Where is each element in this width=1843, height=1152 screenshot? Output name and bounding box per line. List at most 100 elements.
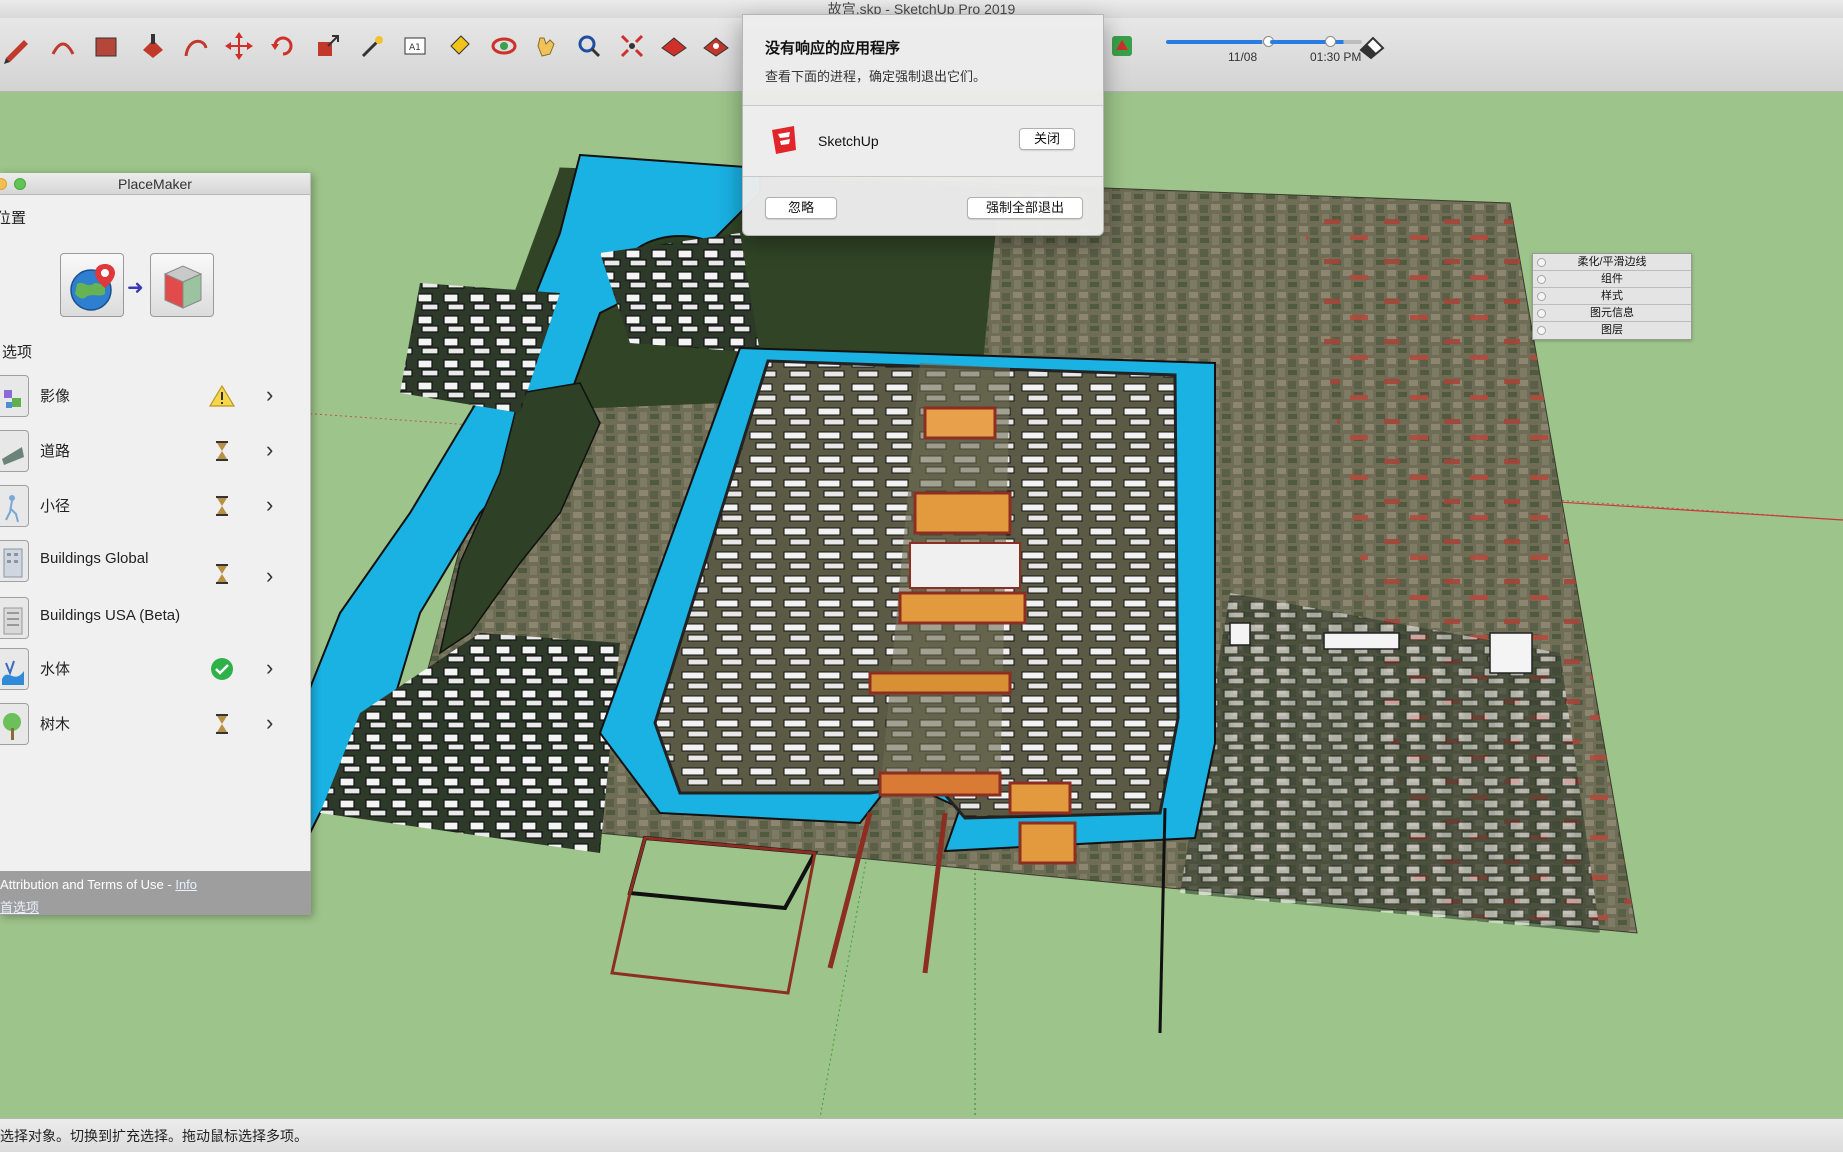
ignore-button[interactable]: 忽略 (765, 197, 837, 219)
arc-tool-button[interactable] (45, 28, 81, 64)
placemaker-title-bar: PlaceMaker (0, 173, 310, 195)
trees-label: 树木 (40, 716, 71, 733)
push-pull-tool-button[interactable] (135, 28, 171, 64)
chevron-right-icon[interactable]: › (266, 492, 273, 518)
tape-measure-icon (361, 36, 383, 58)
tray-item-components[interactable]: 组件 (1533, 271, 1691, 288)
hourglass-icon (209, 439, 235, 463)
sketchup-icon (768, 124, 800, 156)
trees-thumbnail (0, 703, 29, 745)
minimize-window-button[interactable] (0, 178, 7, 190)
orbit-tool-button[interactable] (486, 28, 522, 64)
tray-item-soften-edges[interactable]: 柔化/平滑边线 (1533, 254, 1691, 271)
rectangle-icon (95, 37, 117, 57)
chevron-right-icon[interactable]: › (266, 710, 273, 736)
buildings-global-thumbnail (0, 540, 29, 582)
option-buildings-global[interactable]: Buildings Global › (0, 536, 311, 589)
arc-icon (51, 42, 75, 55)
placemaker-title: PlaceMaker (118, 176, 192, 192)
force-quit-all-button[interactable]: 强制全部退出 (967, 197, 1083, 219)
attribution-text: Attribution and Terms of Use - Info (0, 877, 198, 892)
paths-thumbnail (0, 485, 29, 527)
info-link[interactable]: Info (175, 877, 197, 892)
expand-icon (1537, 309, 1546, 318)
chevron-right-icon[interactable]: › (266, 437, 273, 463)
placemaker-footer: Attribution and Terms of Use - Info 首选项 (0, 871, 311, 915)
chevron-right-icon[interactable]: › (266, 382, 273, 408)
water-label: 水体 (40, 661, 71, 678)
unresponsive-app-row[interactable]: SketchUp 关闭 (743, 105, 1103, 177)
pan-tool-button[interactable] (528, 28, 564, 64)
options-heading: 选项 (2, 344, 33, 361)
tray-item-styles[interactable]: 样式 (1533, 288, 1691, 305)
option-buildings-usa[interactable]: Buildings USA (Beta) (0, 593, 311, 643)
follow-me-tool-button[interactable] (178, 28, 214, 64)
preferences-link[interactable]: 首选项 (0, 897, 39, 916)
time-slider[interactable]: 01:30 PM (1270, 32, 1362, 68)
paint-bucket-tool-button[interactable] (441, 28, 477, 64)
svg-text:A1: A1 (409, 43, 421, 53)
scale-icon (318, 35, 339, 56)
building-cube-icon (163, 265, 203, 309)
pan-icon (537, 37, 555, 57)
expand-icon (1537, 275, 1546, 284)
scale-tool-button[interactable] (310, 28, 346, 64)
hourglass-icon (209, 562, 235, 586)
roads-thumbnail (0, 430, 29, 472)
warehouse-tool-button[interactable] (656, 28, 692, 64)
pencil-tool-button[interactable] (0, 28, 36, 64)
option-paths[interactable]: 小径 › (0, 481, 311, 531)
zoom-tool-button[interactable] (571, 28, 607, 64)
chevron-right-icon[interactable]: › (266, 655, 273, 681)
expand-icon (1537, 292, 1546, 301)
pencil-icon (4, 40, 28, 64)
tray-item-layers[interactable]: 图层 (1533, 322, 1691, 339)
extension-tool-button[interactable] (698, 28, 734, 64)
placemaker-panel: PlaceMaker 位置 ➜ 选项 影像 › 道路 › 小径 › Buildi… (0, 173, 311, 915)
location-button[interactable] (60, 253, 124, 317)
zoom-extents-icon (620, 34, 644, 58)
roads-label: 道路 (40, 443, 71, 460)
date-slider[interactable]: 11/08 (1166, 32, 1286, 68)
orbit-icon (491, 37, 517, 55)
zoom-window-button[interactable] (14, 178, 26, 190)
time-slider-thumb[interactable] (1324, 36, 1336, 47)
default-tray: 柔化/平滑边线 组件 样式 图元信息 图层 (1532, 253, 1692, 340)
rectangle-tool-button[interactable] (88, 28, 124, 64)
move-tool-button[interactable] (221, 28, 257, 64)
buildings-global-label: Buildings Global (40, 550, 149, 567)
tray-item-entity-info[interactable]: 图元信息 (1533, 305, 1691, 322)
expand-icon (1537, 326, 1546, 335)
zoom-icon (578, 35, 601, 58)
tape-measure-tool-button[interactable] (353, 28, 389, 64)
dialog-title: 没有响应的应用程序 (765, 40, 901, 57)
force-quit-dialog: 没有响应的应用程序 查看下面的进程，确定强制退出它们。 SketchUp 关闭 … (742, 14, 1104, 236)
chevron-right-icon[interactable]: › (266, 563, 273, 589)
dialog-subtitle: 查看下面的进程，确定强制退出它们。 (765, 69, 987, 84)
water-thumbnail (0, 648, 29, 690)
text-tool-button[interactable]: A1 (397, 28, 433, 64)
time-slider-track (1270, 40, 1362, 44)
hourglass-icon (209, 494, 235, 518)
model-output-button[interactable] (150, 253, 214, 317)
rotate-tool-button[interactable] (265, 28, 301, 64)
date-label: 11/08 (1228, 50, 1258, 64)
status-bar: 选择对象。切换到扩充选择。拖动鼠标选择多项。 (0, 1118, 1843, 1152)
option-trees[interactable]: 树木 › (0, 699, 311, 749)
zoom-extents-tool-button[interactable] (614, 28, 650, 64)
placemaker-icon (1112, 36, 1132, 56)
paths-label: 小径 (40, 498, 71, 515)
close-app-button[interactable]: 关闭 (1019, 128, 1075, 150)
warehouse-icon (661, 37, 687, 57)
hourglass-icon (209, 712, 235, 736)
option-roads[interactable]: 道路 › (0, 426, 311, 476)
option-imagery[interactable]: 影像 › (0, 371, 311, 421)
placemaker-tool-button[interactable] (1104, 28, 1140, 64)
buildings-usa-thumbnail (0, 597, 29, 639)
buildings-usa-label: Buildings USA (Beta) (40, 607, 181, 624)
rotate-icon (271, 36, 293, 56)
warning-icon (208, 384, 236, 408)
option-water[interactable]: 水体 › (0, 644, 311, 694)
status-text: 选择对象。切换到扩充选择。拖动鼠标选择多项。 (0, 1128, 308, 1144)
checkmark-icon (209, 657, 235, 681)
